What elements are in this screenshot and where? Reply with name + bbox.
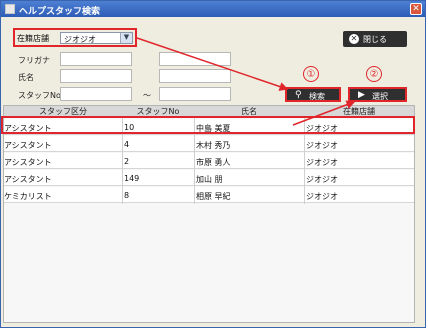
header-store[interactable]: 在籍店舗: [304, 106, 414, 116]
header-name[interactable]: 氏名: [194, 106, 304, 116]
table-row[interactable]: アシスタント 4 木村 秀乃 ジオジオ: [4, 136, 414, 152]
cell-name: 相原 早紀: [196, 192, 231, 201]
cell-category: アシスタント: [4, 158, 52, 167]
window-title: ヘルプスタッフ検索: [19, 7, 101, 17]
table-row[interactable]: ケミカリスト 8 相原 早紀 ジオジオ: [4, 187, 414, 203]
cell-store: ジオジオ: [306, 192, 338, 201]
cell-name: 市原 勇人: [196, 158, 231, 167]
app-icon: [5, 4, 15, 14]
select-button-label: 選択: [372, 92, 388, 101]
select-play-icon: ▶: [358, 90, 365, 100]
step-marker-1: ①: [303, 66, 319, 82]
store-label: 在籍店舗: [17, 34, 49, 43]
search-magnifier-icon: ⚲: [295, 90, 302, 100]
close-circle-icon: ✕: [349, 34, 359, 44]
cell-category: アシスタント: [4, 175, 52, 184]
table-row[interactable]: アシスタント 149 加山 朋 ジオジオ: [4, 170, 414, 186]
step-marker-2: ②: [366, 66, 382, 82]
name-label: 氏名: [18, 73, 34, 82]
table-row[interactable]: アシスタント 2 市原 勇人 ジオジオ: [4, 153, 414, 169]
header-staff-category[interactable]: スタッフ区分: [4, 106, 122, 116]
window-close-icon[interactable]: ✕: [410, 3, 422, 15]
selected-row-highlight: [1, 116, 415, 134]
cell-store: ジオジオ: [306, 141, 338, 150]
cell-staff-no: 2: [124, 157, 130, 166]
cell-staff-no: 8: [124, 191, 130, 200]
search-button-label: 検索: [309, 92, 325, 101]
search-button[interactable]: ⚲ 検索: [285, 87, 341, 102]
select-button[interactable]: ▶ 選択: [348, 87, 407, 102]
furigana-label: フリガナ: [18, 56, 50, 65]
cell-name: 加山 朋: [196, 175, 223, 184]
dropdown-arrow-icon[interactable]: ▼: [120, 33, 132, 43]
store-select-value: ジオジオ: [64, 35, 96, 44]
cell-name: 木村 秀乃: [196, 141, 231, 150]
store-filter-highlight: 在籍店舗 ジオジオ ▼: [13, 28, 137, 47]
cell-category: ケミカリスト: [4, 192, 52, 201]
staff-results-table: スタッフ区分 スタッフNo 氏名 在籍店舗 アシスタント 10 中島 美夏 ジオ…: [3, 105, 415, 323]
name-first-input[interactable]: [159, 69, 231, 83]
store-select[interactable]: ジオジオ ▼: [60, 32, 133, 44]
name-last-input[interactable]: [60, 69, 132, 83]
close-button-label: 閉じる: [363, 35, 387, 44]
staff-no-from-input[interactable]: [60, 87, 132, 101]
furigana-last-input[interactable]: [60, 52, 132, 66]
title-bar: ヘルプスタッフ検索 ✕: [1, 1, 425, 17]
help-staff-search-window: ヘルプスタッフ検索 ✕ 在籍店舗 ジオジオ ▼ フリガナ 氏名 スタッフNo. …: [0, 0, 426, 328]
furigana-first-input[interactable]: [159, 52, 231, 66]
staff-no-to-input[interactable]: [159, 87, 231, 101]
cell-store: ジオジオ: [306, 175, 338, 184]
range-separator: ～: [143, 91, 151, 100]
staff-no-label: スタッフNo.: [18, 91, 64, 100]
cell-staff-no: 4: [124, 140, 130, 149]
cell-store: ジオジオ: [306, 158, 338, 167]
cell-category: アシスタント: [4, 141, 52, 150]
close-button[interactable]: ✕ 閉じる: [343, 31, 407, 47]
header-staff-no[interactable]: スタッフNo: [122, 106, 194, 116]
cell-staff-no: 149: [124, 174, 140, 183]
